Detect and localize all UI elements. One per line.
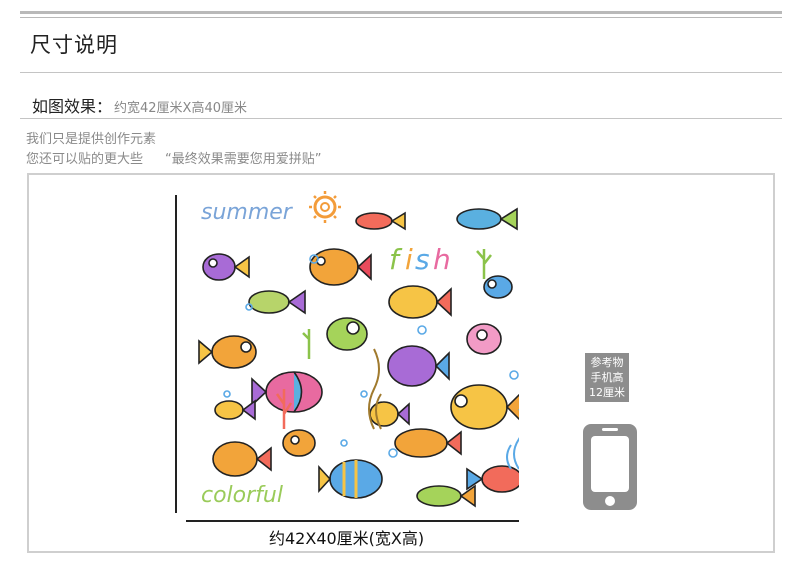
fish-decal-image: summer f i s h colorful (198, 191, 519, 508)
note-quote: “最终效果需要您用爱拼贴” (165, 152, 322, 167)
fish-icon (212, 441, 272, 477)
fish-icon (466, 323, 502, 355)
top-divider-thick (20, 11, 782, 14)
note-line-1: 我们只是提供创作元素 (26, 132, 157, 147)
fish-icon (282, 429, 316, 457)
fish-icon (326, 317, 368, 351)
fish-icon (456, 207, 518, 231)
decal-text-fish: f i s h (389, 243, 451, 276)
svg-text:f: f (389, 243, 403, 276)
fish-icon (198, 335, 257, 369)
decal-text-summer: summer (201, 200, 294, 225)
size-caption: 约42X40厘米(宽X高) (269, 529, 425, 548)
fish-icon (394, 428, 462, 458)
fish-icon (318, 459, 383, 499)
reference-label-line-2: 手机高 (590, 371, 624, 384)
effect-label: 如图效果： (32, 97, 113, 116)
fish-icon (202, 253, 250, 281)
note-line-2-text: 您还可以贴的更大些 (26, 152, 144, 167)
fish-icon (450, 384, 519, 430)
reference-label-line-1: 参考物 (590, 356, 624, 369)
fish-icon (483, 275, 513, 299)
title-divider (20, 72, 782, 73)
fish-icon (248, 289, 306, 315)
svg-text:s: s (415, 243, 430, 276)
fish-icon (387, 345, 450, 387)
fish-icon (251, 371, 323, 413)
fish-icon (355, 211, 406, 231)
phone-icon (583, 424, 637, 510)
section-title: 尺寸说明 (30, 33, 118, 57)
sun-icon (309, 191, 341, 223)
reference-label: 参考物 手机高 12厘米 (585, 353, 629, 402)
svg-text:h: h (433, 243, 451, 276)
svg-text:i: i (405, 243, 413, 276)
effect-divider (20, 118, 782, 119)
height-indicator-line (175, 195, 177, 513)
effect-value: 约宽42厘米X高40厘米 (114, 101, 248, 116)
product-frame: summer f i s h colorful 约42X40厘米(宽X高) 参考… (27, 173, 775, 553)
fish-icon (388, 285, 452, 319)
top-divider-thin (20, 17, 782, 18)
width-indicator-line (186, 520, 519, 522)
effect-line: 如图效果： 约宽42厘米X高40厘米 (32, 93, 247, 117)
fish-icon (309, 248, 372, 286)
fish-icon (214, 399, 256, 421)
reference-label-line-3: 12厘米 (589, 386, 625, 399)
decal-text-colorful: colorful (201, 483, 283, 508)
note-line-2: 您还可以贴的更大些 “最终效果需要您用爱拼贴” (26, 148, 322, 167)
